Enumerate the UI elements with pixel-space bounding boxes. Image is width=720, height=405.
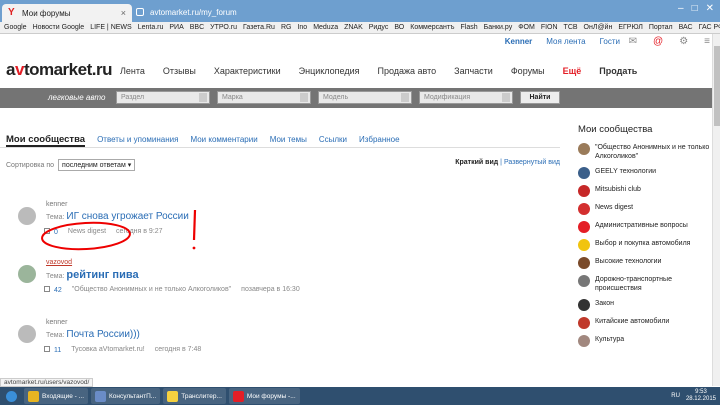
- community-icon: [578, 221, 590, 233]
- app-icon: [95, 390, 107, 402]
- community-label: News digest: [595, 204, 634, 211]
- scrollbar-thumb[interactable]: [714, 46, 720, 126]
- community-label: Mitsubishi club: [595, 186, 641, 193]
- taskbar-item[interactable]: Транслитер...: [163, 388, 226, 404]
- sidebar-communities: Мои сообщества "Общество Анонимных и не …: [578, 124, 710, 353]
- taskbar: Входящие - ... КонсультантП... Транслитер.…: [0, 387, 720, 405]
- community-item[interactable]: "Общество Анонимных и не только Алкоголи…: [578, 143, 710, 161]
- community-item[interactable]: Выбор и покупка автомобиля: [578, 239, 710, 251]
- community-icon: [578, 299, 590, 311]
- taskbar-item[interactable]: КонсультантП...: [91, 388, 161, 404]
- app-icon: [167, 390, 179, 402]
- sidebar-title: Мои сообщества: [578, 124, 653, 135]
- community-label: Высокие технологии: [595, 258, 662, 265]
- clock[interactable]: 9:53 28.12.2015: [686, 389, 716, 403]
- community-item[interactable]: Культура: [578, 335, 710, 347]
- community-label: Административные вопросы: [595, 222, 688, 229]
- community-icon: [578, 239, 590, 251]
- community-label: "Общество Анонимных и не только Алкоголи…: [595, 144, 710, 160]
- language-indicator[interactable]: RU: [671, 393, 680, 399]
- community-item[interactable]: Административные вопросы: [578, 221, 710, 233]
- community-label: Выбор и покупка автомобиля: [595, 240, 691, 247]
- taskbar-item[interactable]: Мои форумы -...: [228, 388, 300, 404]
- community-icon: [578, 257, 590, 269]
- taskbar-label: Мои форумы -...: [246, 392, 296, 400]
- community-label: Закон: [595, 300, 615, 307]
- community-icon: [578, 185, 590, 197]
- taskbar-label: КонсультантП...: [109, 392, 157, 400]
- community-item[interactable]: Высокие технологии: [578, 257, 710, 269]
- community-item[interactable]: Дорожно-транспортные происшествия: [578, 275, 710, 293]
- community-icon: [578, 167, 590, 179]
- community-label: GEELY технологии: [595, 168, 657, 175]
- scrollbar[interactable]: [712, 34, 720, 386]
- community-label: Культура: [595, 336, 625, 343]
- community-item[interactable]: Закон: [578, 299, 710, 311]
- community-item[interactable]: GEELY технологии: [578, 167, 710, 179]
- community-item[interactable]: Mitsubishi club: [578, 185, 710, 197]
- status-url: avtomarket.ru/users/vazovod/: [0, 378, 94, 387]
- taskbar-label: Входящие - ...: [42, 392, 85, 400]
- app-icon: [232, 390, 244, 402]
- taskbar-label: Транслитер...: [181, 392, 222, 400]
- community-label: Китайские автомобили: [595, 318, 670, 325]
- community-icon: [578, 143, 590, 155]
- system-tray: RU 9:53 28.12.2015: [671, 388, 716, 404]
- app-icon: [28, 390, 39, 402]
- community-icon: [578, 335, 590, 347]
- community-label: Дорожно-транспортные происшествия: [595, 276, 672, 292]
- community-item[interactable]: News digest: [578, 203, 710, 215]
- community-item[interactable]: Китайские автомобили: [578, 317, 710, 329]
- windows-icon: [6, 390, 17, 402]
- start-button[interactable]: [2, 388, 21, 404]
- community-icon: [578, 275, 590, 287]
- community-icon: [578, 317, 590, 329]
- community-icon: [578, 203, 590, 215]
- taskbar-item[interactable]: Входящие - ...: [24, 388, 89, 404]
